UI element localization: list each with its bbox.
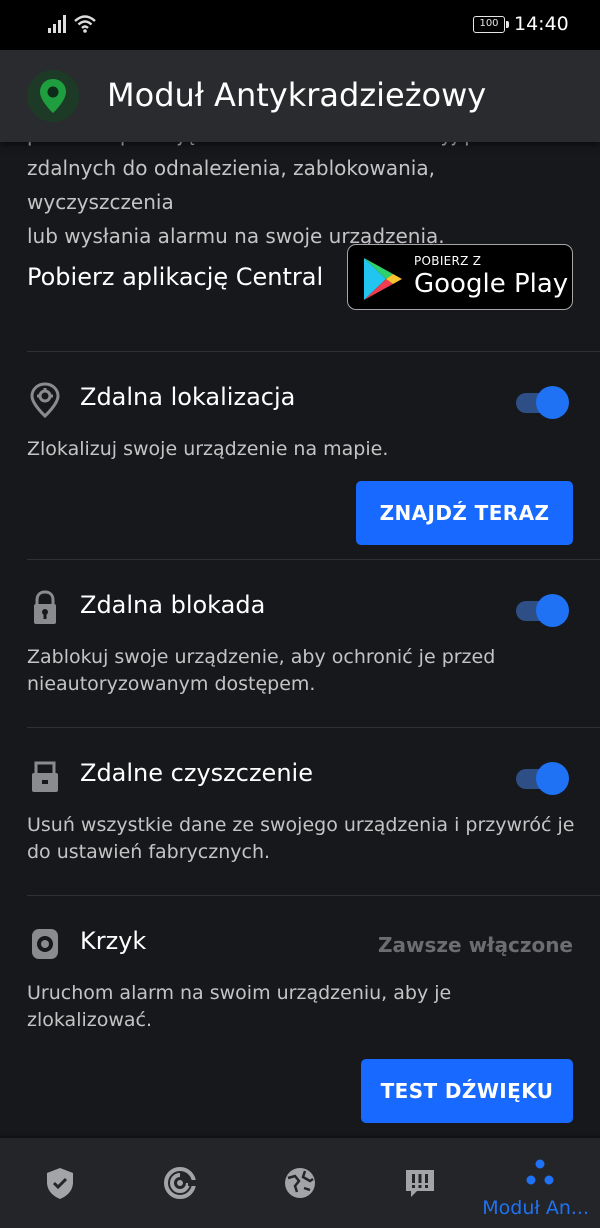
feature-title: Zdalna blokada [80,591,266,619]
app-logo-icon [27,70,79,122]
google-play-button[interactable]: POBIERZ Z Google Play [347,244,573,310]
nav-item-protection[interactable] [0,1138,120,1228]
central-row: Pobierz aplikację Central POBIERZ Z Goog… [27,244,573,310]
lock-toggle[interactable] [516,594,569,627]
globe-icon [285,1168,315,1198]
toggle-knob [536,594,569,627]
status-time: 14:40 [514,13,569,35]
feature-description: Usuń wszystkie dane ze swojego urządzeni… [27,814,575,863]
speedometer-icon [164,1167,197,1199]
toggle-knob [536,386,569,419]
divider [27,727,600,728]
divider [27,895,600,896]
signal-icon [48,15,66,33]
status-bar: 100 14:40 [0,0,600,50]
divider [27,351,600,352]
always-on-status: Zawsze włączone [378,933,573,957]
feature-description: Zlokalizuj swoje urządzenie na mapie. [27,438,389,460]
shield-check-icon [47,1168,73,1199]
test-sound-button[interactable]: TEST DŹWIĘKU [361,1059,573,1123]
app-bar: Moduł Antykradzieżowy [0,50,600,142]
feature-description: Uruchom alarm na swoim urządzeniu, aby j… [27,982,452,1031]
page-title: Moduł Antykradzieżowy [107,76,487,114]
google-play-pre: POBIERZ Z [414,254,482,268]
bottom-nav: Moduł An... [0,1138,600,1228]
toggle-knob [536,762,569,795]
nav-item-notifications[interactable] [360,1138,480,1228]
content-scroll[interactable]: pobierz aplikację Bitdefender Central i … [0,142,600,1138]
feature-scream: Krzyk Zawsze włączone Uruchom alarm na s… [27,926,573,1046]
central-label: Pobierz aplikację Central [27,263,324,291]
feature-remote-lock: Zdalna blokada Zablokuj swoje urządzenie… [27,590,573,720]
wipe-device-icon [32,761,58,792]
intro-line: pobierz aplikację Bitdefender Central i … [27,142,582,151]
find-now-button[interactable]: ZNAJDŹ TERAZ [356,481,573,545]
wipe-toggle[interactable] [516,762,569,795]
nav-item-performance[interactable] [120,1138,240,1228]
antitheft-dots-icon [526,1159,554,1185]
feature-title: Zdalne czyszczenie [80,759,313,787]
feature-title: Zdalna lokalizacja [80,383,296,411]
nav-item-web-protection[interactable] [240,1138,360,1228]
battery-icon: 100 [473,16,509,33]
divider [27,559,600,560]
lock-icon [34,590,56,624]
nav-item-antitheft[interactable]: Moduł An... [480,1138,600,1228]
nav-label-antitheft: Moduł An... [482,1197,589,1219]
intro-line: zdalnych do odnalezienia, zablokowania, … [27,156,435,214]
alerts-icon [406,1170,434,1197]
speaker-icon [32,929,58,959]
location-toggle[interactable] [516,386,569,419]
feature-description: Zablokuj swoje urządzenie, aby ochronić … [27,646,496,695]
feature-remote-wipe: Zdalne czyszczenie Usuń wszystkie dane z… [27,758,575,888]
google-play-name: Google Play [414,269,569,299]
google-play-icon [364,258,402,300]
wifi-icon [74,15,96,33]
intro-text: pobierz aplikację Bitdefender Central i … [27,142,582,253]
feature-title: Krzyk [80,927,147,955]
location-pin-icon [30,382,60,418]
